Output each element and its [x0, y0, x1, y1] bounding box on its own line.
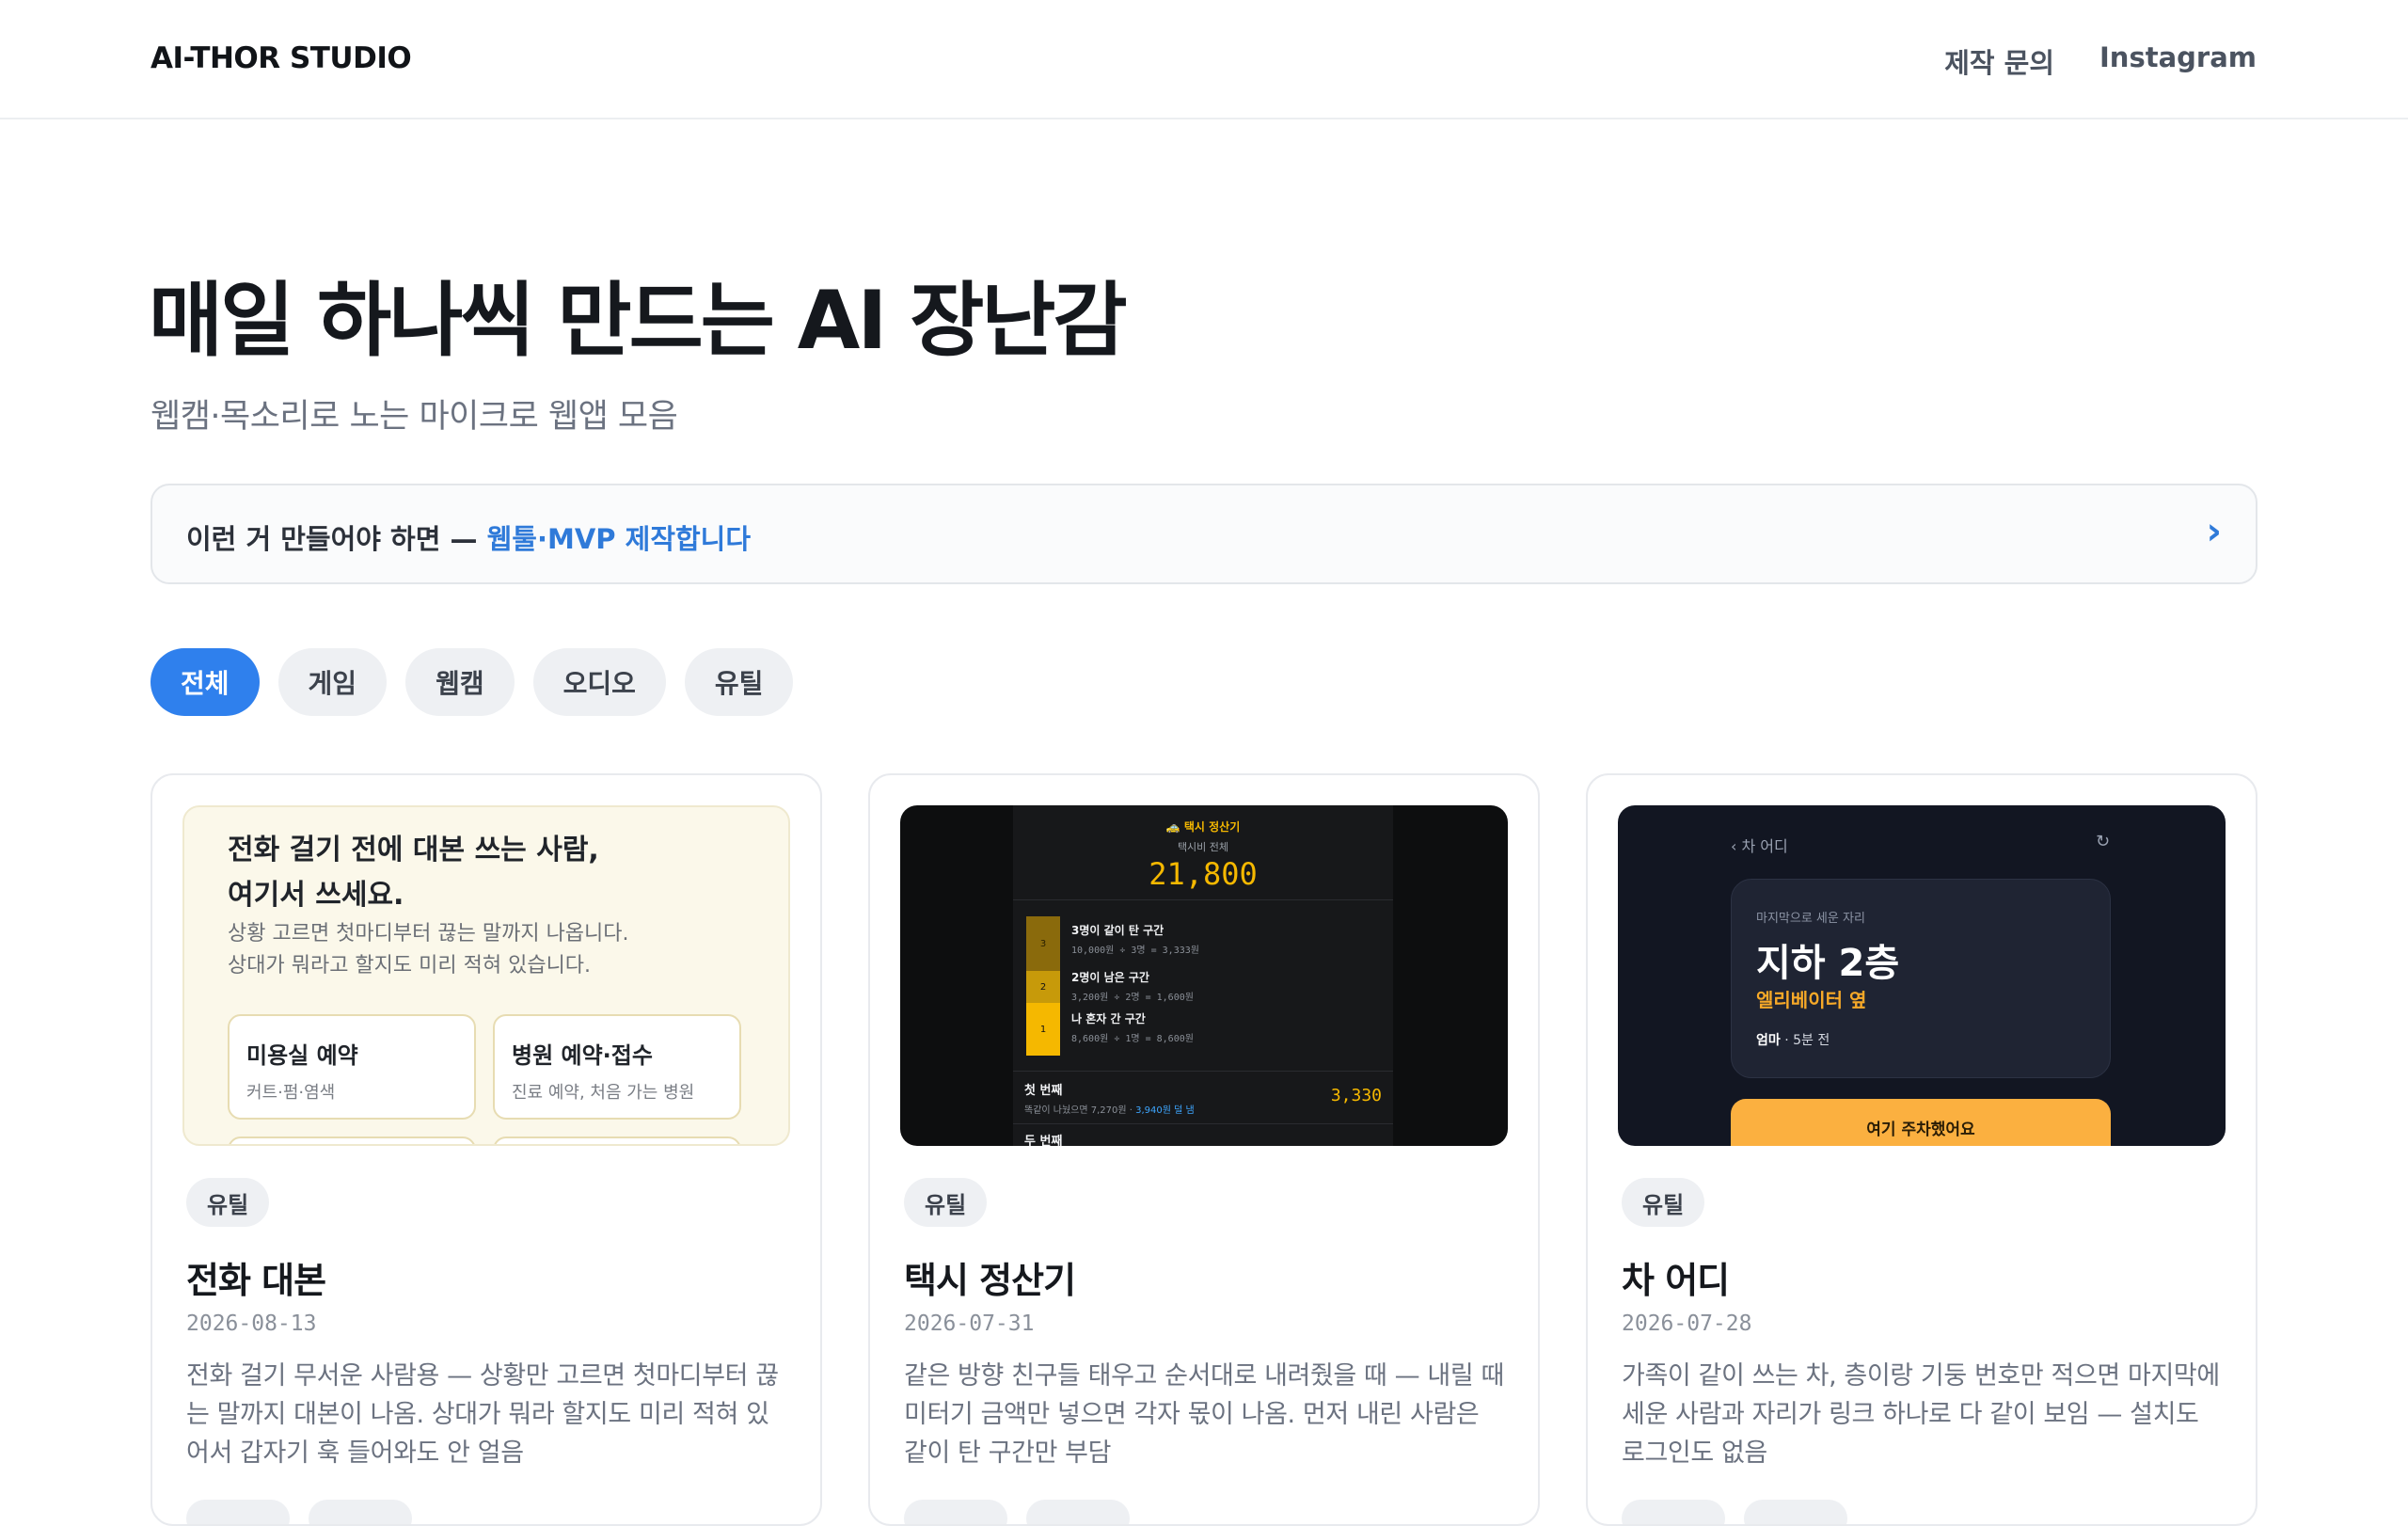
card-date: 2026-07-31	[904, 1311, 1035, 1336]
category-filters: 전체 게임 웹캠 오디오 유틸	[150, 648, 794, 716]
card-description: 같은 방향 친구들 태우고 순서대로 내려줬을 때 — 내릴 때 미터기 금액만…	[904, 1361, 1504, 1468]
card-footer	[186, 1500, 412, 1524]
thumb-location-card: 마지막으로 세운 자리 지하 2층 엘리베이터 옆 엄마 · 5분 전	[1731, 879, 2111, 1078]
card-tag: 유틸	[904, 1178, 988, 1227]
banner-link[interactable]: 웹툴·MVP 제작합니다	[487, 523, 751, 555]
page-subtitle: 웹캠·목소리로 노는 마이크로 웹앱 모음	[150, 398, 678, 436]
chevron-right-icon: ›	[2206, 510, 2222, 553]
thumb-option: 병원 예약·접수 진료 예약, 처음 가는 병원	[493, 1014, 741, 1120]
page-title: 매일 하나씩 만드는 AI 장난감	[149, 274, 1128, 368]
nav-contact-link[interactable]: 제작 문의	[1944, 41, 2054, 81]
thumb-option: 미용실 예약 커트·펌·염색	[228, 1014, 476, 1120]
app-card-taxi-split[interactable]: 🚕 택시 정산기 택시비 전체 21,800 3 2 1 3명이 같이 탄 구간…	[868, 773, 1540, 1526]
card-title: 택시 정산기	[904, 1260, 1076, 1301]
card-title: 전화 대본	[186, 1260, 326, 1301]
thumb-second-person: 두 번째	[1024, 1135, 1063, 1146]
card-thumbnail: ‹ 차 어디 ↻ 마지막으로 세운 자리 지하 2층 엘리베이터 옆 엄마 · …	[1618, 805, 2226, 1146]
card-tag: 유틸	[1622, 1178, 1705, 1227]
commission-banner[interactable]: 이런 거 만들어야 하면 — 웹툴·MVP 제작합니다 ›	[150, 484, 2258, 584]
top-nav: 제작 문의 Instagram	[1944, 41, 2257, 81]
thumb-caption: 택시비 전체	[1177, 841, 1229, 853]
app-card-phone-script[interactable]: 전화 걸기 전에 대본 쓰는 사람, 여기서 쓰세요. 상황 고르면 첫마디부터 …	[150, 773, 822, 1526]
card-tag: 유틸	[186, 1178, 270, 1227]
thumb-option-partial	[493, 1137, 741, 1144]
filter-audio[interactable]: 오디오	[532, 648, 666, 716]
thumb-panel: 🚕 택시 정산기 택시비 전체 21,800 3 2 1 3명이 같이 탄 구간…	[1013, 805, 1393, 1146]
thumb-back-label: ‹ 차 어디	[1731, 837, 1788, 855]
brand-logo[interactable]: AI-THOR STUDIO	[150, 41, 412, 75]
card-title: 차 어디	[1622, 1260, 1730, 1301]
filter-all[interactable]: 전체	[150, 648, 260, 716]
thumb-option-partial	[228, 1137, 476, 1144]
card-thumbnail: 전화 걸기 전에 대본 쓰는 사람, 여기서 쓰세요. 상황 고르면 첫마디부터 …	[182, 805, 790, 1146]
thumb-bars: 3 2 1	[1026, 916, 1060, 1056]
card-thumbnail: 🚕 택시 정산기 택시비 전체 21,800 3 2 1 3명이 같이 탄 구간…	[900, 805, 1508, 1146]
refresh-icon: ↻	[2096, 832, 2111, 851]
card-date: 2026-08-13	[186, 1311, 317, 1336]
nav-instagram-link[interactable]: Instagram	[2099, 41, 2257, 81]
card-footer	[1622, 1500, 1847, 1524]
thumb-first-person: 첫 번째 똑같이 나눴으면 7,270원 · 3,940원 덜 냄 3,330	[1024, 1084, 1382, 1116]
card-description: 가족이 같이 쓰는 차, 층이랑 기둥 번호만 적으면 마지막에 세운 사람과 …	[1622, 1361, 2220, 1468]
thumb-total: 21,800	[1149, 856, 1258, 892]
banner-text: 이런 거 만들어야 하면 — 웹툴·MVP 제작합니다	[186, 523, 752, 555]
card-description: 전화 걸기 무서운 사람용 — 상황만 고르면 첫마디부터 끊는 말까지 대본이…	[186, 1361, 779, 1468]
filter-util[interactable]: 유틸	[684, 648, 794, 716]
thumb-segment-list: 3명이 같이 탄 구간 10,000원 ÷ 3명 = 3,333원 2명이 남은 …	[1071, 924, 1199, 1044]
card-footer	[904, 1500, 1130, 1524]
thumb-app-title: 🚕 택시 정산기	[1165, 820, 1241, 834]
thumb-park-button: 여기 주차했어요	[1731, 1099, 2111, 1146]
thumb-subtext: 상황 고르면 첫마디부터 끊는 말까지 나옵니다. 상대가 뭐라고 할지도 미리 …	[228, 922, 629, 978]
filter-game[interactable]: 게임	[277, 648, 388, 716]
filter-webcam[interactable]: 웹캠	[405, 648, 515, 716]
app-card-car-where[interactable]: ‹ 차 어디 ↻ 마지막으로 세운 자리 지하 2층 엘리베이터 옆 엄마 · …	[1586, 773, 2258, 1526]
card-date: 2026-07-28	[1622, 1311, 1752, 1336]
thumb-heading: 전화 걸기 전에 대본 쓰는 사람, 여기서 쓰세요.	[228, 834, 599, 912]
top-header: AI-THOR STUDIO 제작 문의 Instagram	[0, 0, 2408, 119]
